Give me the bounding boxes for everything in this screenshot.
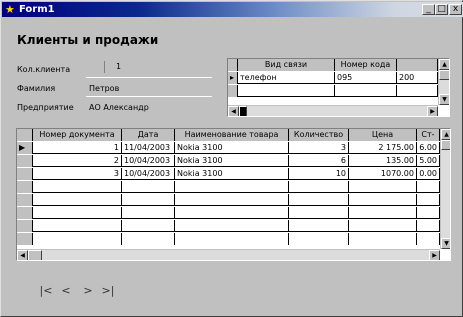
maximize-button[interactable]: □ (435, 4, 448, 15)
table-row[interactable] (17, 194, 440, 206)
divider (86, 96, 212, 97)
column-header[interactable]: Вид связи (238, 59, 335, 71)
product-cell[interactable]: Nokia 3100 (175, 155, 289, 167)
contacts-header-row: Вид связи Номер кода (228, 59, 438, 71)
scroll-up-icon[interactable]: ▲ (441, 129, 450, 140)
column-header[interactable]: Наименование товара (175, 129, 289, 141)
table-row[interactable]: 2 10/04/2003 Nokia 3100 6 135.00 5.00 (17, 155, 440, 167)
contact-type-cell[interactable]: телефон (238, 72, 335, 84)
minimize-button[interactable]: _ (422, 4, 435, 15)
first-record-button[interactable]: |< (39, 283, 53, 299)
horizontal-scrollbar[interactable]: ◀ ▶ (17, 249, 440, 260)
table-row[interactable]: ▸ телефон 095 200 (228, 72, 438, 84)
scroll-right-icon[interactable]: ▶ (429, 250, 440, 260)
row-indicator-header (228, 59, 238, 71)
doc-count-field[interactable]: 1 (104, 61, 126, 73)
surname-label: Фамилия (17, 84, 56, 93)
vertical-scrollbar[interactable]: ▲ ▼ (440, 129, 450, 249)
scroll-down-icon[interactable]: ▼ (441, 238, 450, 249)
sum-cell[interactable]: 6.00 (417, 142, 440, 154)
column-header[interactable]: Ст- (417, 129, 440, 141)
quantity-cell[interactable]: 10 (289, 168, 349, 180)
table-row[interactable] (228, 85, 438, 97)
page-title: Клиенты и продажи (17, 33, 159, 47)
column-header[interactable]: Дата (122, 129, 175, 141)
table-row[interactable]: ▶ 1 11/04/2003 Nokia 3100 3 2 175.00 6.0… (17, 142, 440, 154)
scroll-thumb[interactable] (28, 250, 42, 260)
quantity-cell[interactable]: 3 (289, 142, 349, 154)
sum-cell[interactable]: 5.00 (417, 155, 440, 167)
sales-header-row: Номер документа Дата Наименование товара… (17, 129, 440, 141)
horizontal-scrollbar[interactable]: ◀ ▶ (228, 105, 438, 116)
vertical-scrollbar[interactable]: ▲ ▼ (438, 59, 449, 105)
doc-number-cell[interactable]: 3 (33, 168, 122, 180)
date-cell[interactable]: 11/04/2003 (122, 142, 175, 154)
column-header[interactable]: Номер документа (33, 129, 122, 141)
divider (86, 77, 212, 78)
surname-field[interactable]: Петров (89, 84, 119, 93)
last-record-button[interactable]: >| (101, 283, 115, 299)
window-title: Form1 (19, 4, 55, 15)
contacts-grid[interactable]: Вид связи Номер кода ▸ телефон 095 200 ▲… (227, 58, 450, 117)
quantity-cell[interactable]: 6 (289, 155, 349, 167)
product-cell[interactable]: Nokia 3100 (175, 142, 289, 154)
prev-record-button[interactable]: < (59, 283, 73, 299)
company-field[interactable]: АО Александр (89, 103, 149, 112)
company-label: Предприятие (17, 103, 74, 112)
product-cell[interactable]: Nokia 3100 (175, 168, 289, 180)
scroll-left-icon[interactable]: ◀ (228, 106, 239, 116)
form-window: ★ Form1 _ □ x Клиенты и продажи Кол.клие… (0, 0, 463, 317)
scroll-thumb[interactable] (239, 106, 247, 116)
current-row-marker-icon: ▸ (228, 72, 238, 84)
scroll-up-icon[interactable]: ▲ (439, 59, 449, 70)
sum-cell[interactable]: 0.00 (417, 168, 440, 180)
scroll-thumb[interactable] (439, 70, 449, 80)
doc-number-cell[interactable]: 1 (33, 142, 122, 154)
table-row[interactable] (17, 207, 440, 219)
column-header[interactable] (397, 59, 438, 71)
column-header[interactable]: Цена (349, 129, 417, 141)
row-indicator-header (17, 129, 33, 141)
current-row-marker-icon: ▶ (17, 142, 33, 154)
scroll-left-icon[interactable]: ◀ (17, 250, 28, 260)
table-row[interactable] (17, 220, 440, 232)
contact-number-cell[interactable]: 200 (397, 72, 438, 84)
next-record-button[interactable]: > (81, 283, 95, 299)
contact-code-cell[interactable]: 095 (335, 72, 397, 84)
column-header[interactable]: Номер кода (335, 59, 397, 71)
sales-grid[interactable]: Номер документа Дата Наименование товара… (16, 128, 451, 261)
title-bar[interactable]: ★ Form1 _ □ x (2, 2, 463, 17)
date-cell[interactable]: 10/04/2003 (122, 168, 175, 180)
table-row[interactable]: 3 10/04/2003 Nokia 3100 10 1070.00 0.00 (17, 168, 440, 180)
app-icon: ★ (5, 3, 15, 16)
price-cell[interactable]: 1070.00 (349, 168, 417, 180)
doc-count-label: Кол.клиента (17, 65, 71, 74)
date-cell[interactable]: 10/04/2003 (122, 155, 175, 167)
doc-number-cell[interactable]: 2 (33, 155, 122, 167)
column-header[interactable]: Количество (289, 129, 349, 141)
close-button[interactable]: x (449, 4, 462, 15)
table-row[interactable] (17, 233, 440, 245)
table-row[interactable] (17, 181, 440, 193)
scroll-thumb[interactable] (441, 140, 450, 150)
scroll-down-icon[interactable]: ▼ (439, 94, 449, 105)
price-cell[interactable]: 135.00 (349, 155, 417, 167)
price-cell[interactable]: 2 175.00 (349, 142, 417, 154)
scroll-right-icon[interactable]: ▶ (427, 106, 438, 116)
